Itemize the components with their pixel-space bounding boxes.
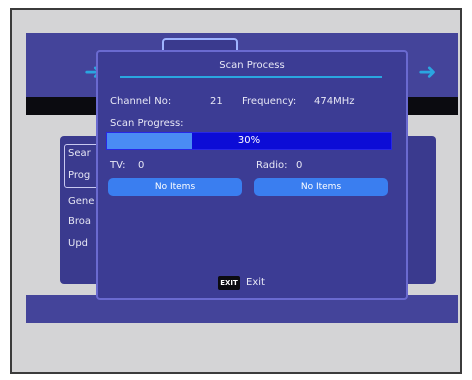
scan-progress-bar: 30% bbox=[106, 132, 392, 150]
title-underline bbox=[120, 76, 382, 78]
exit-label: Exit bbox=[246, 277, 265, 288]
radio-label: Radio: bbox=[256, 160, 288, 171]
tv-count: 0 bbox=[138, 160, 145, 171]
radio-result-box: No Items bbox=[254, 178, 388, 196]
background-menu-item[interactable]: Prog bbox=[68, 170, 90, 181]
frequency-value: 474MHz bbox=[314, 96, 355, 107]
tv-label: TV: bbox=[110, 160, 126, 171]
background-menu-item[interactable]: Gene bbox=[68, 196, 94, 207]
background-menu-item[interactable]: Upd bbox=[68, 238, 88, 249]
radio-count: 0 bbox=[296, 160, 303, 171]
scan-progress-label: Scan Progress: bbox=[110, 118, 184, 129]
scan-progress-percent: 30% bbox=[237, 135, 261, 146]
dialog-title: Scan Process bbox=[219, 60, 285, 71]
channel-value: 21 bbox=[210, 96, 223, 107]
exit-key-icon[interactable]: EXIT bbox=[218, 276, 240, 290]
frequency-label: Frequency: bbox=[242, 96, 297, 107]
channel-label: Channel No: bbox=[110, 96, 172, 107]
right-arrow-icon[interactable]: ➜ bbox=[418, 60, 436, 85]
tv-result-box: No Items bbox=[108, 178, 242, 196]
background-menu-item[interactable]: Broa bbox=[68, 216, 91, 227]
background-menu-item[interactable]: Sear bbox=[68, 148, 91, 159]
scan-process-dialog: Scan Process Channel No: 21 Frequency: 4… bbox=[96, 50, 408, 300]
